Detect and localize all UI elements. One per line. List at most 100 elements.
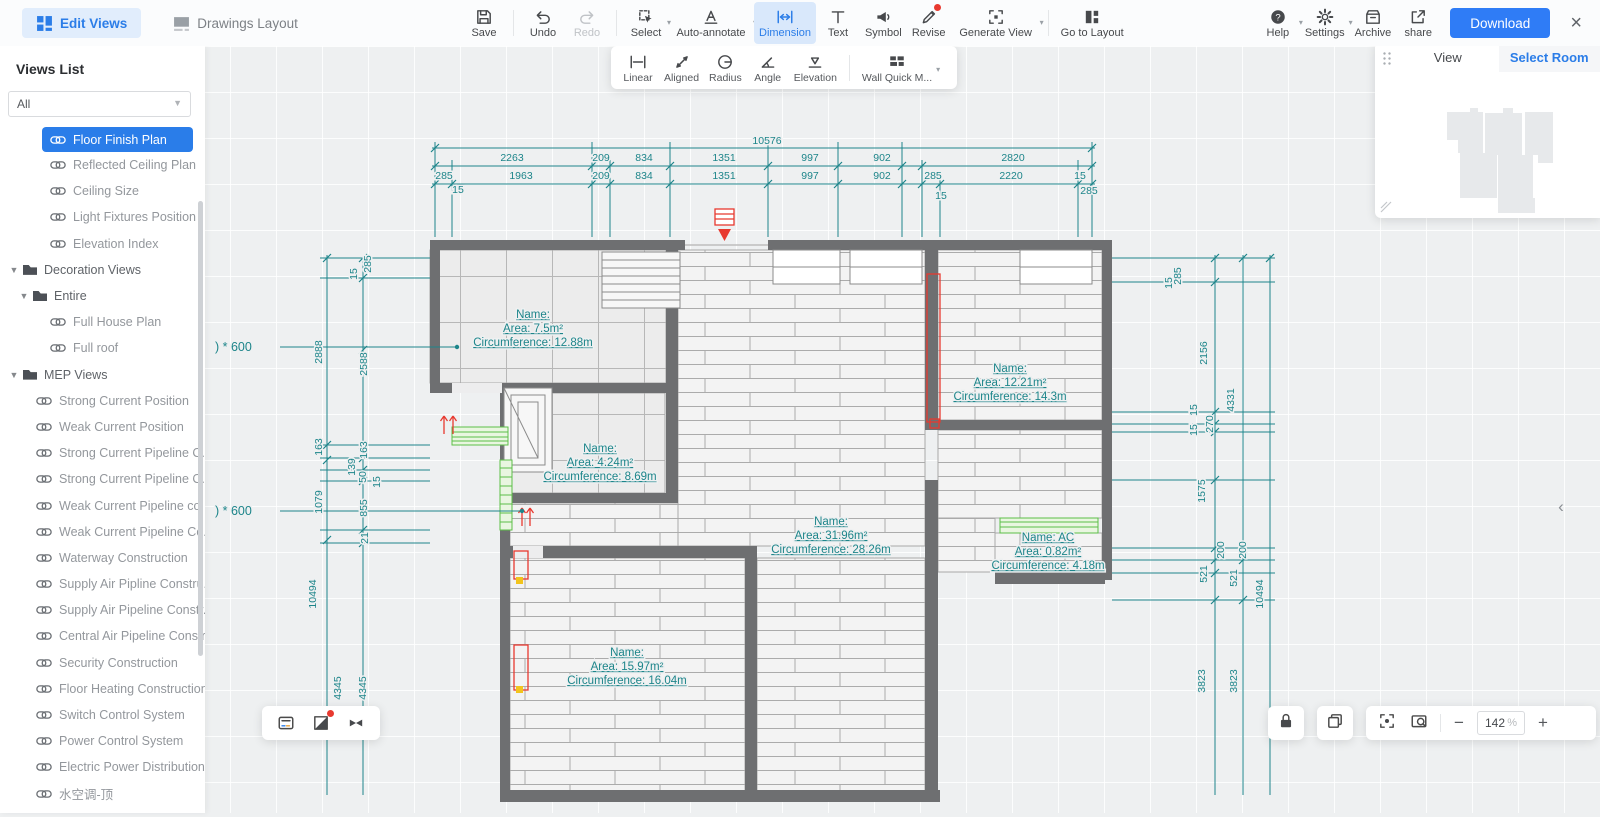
dimension-label: 163 bbox=[313, 438, 325, 456]
sidebar-folder[interactable]: ▼MEP Views bbox=[0, 362, 205, 388]
sidebar-view-item[interactable]: Weak Current Pipeline Co... bbox=[0, 519, 205, 545]
sidebar-title: Views List bbox=[0, 46, 205, 77]
download-button[interactable]: Download bbox=[1450, 8, 1550, 38]
collapse-panel-chevron[interactable]: ‹ bbox=[1553, 492, 1569, 522]
linear-icon bbox=[629, 53, 647, 71]
redo-button[interactable]: Redo bbox=[565, 2, 609, 44]
view-link-icon bbox=[36, 552, 52, 564]
resize-handle[interactable] bbox=[1380, 201, 1392, 213]
edit-views-button[interactable]: Edit Views bbox=[22, 8, 141, 38]
view-label: Entire bbox=[54, 289, 87, 303]
tab-select-room[interactable]: Select Room bbox=[1499, 42, 1600, 72]
sidebar-view-item[interactable]: Strong Current Pipeline C... bbox=[0, 440, 205, 466]
elevation-button[interactable]: Elevation bbox=[789, 49, 842, 87]
go-to-layout-button[interactable]: Go to Layout bbox=[1056, 2, 1129, 44]
sidebar-view-item[interactable]: Floor Heating Construction bbox=[0, 676, 205, 702]
radius-button[interactable]: Radius bbox=[704, 49, 747, 87]
drag-handle-icon[interactable] bbox=[1382, 51, 1392, 65]
view-label: Electric Power Distribution bbox=[59, 760, 205, 774]
dimension-label: 4345 bbox=[332, 676, 344, 700]
sidebar-view-item[interactable]: Switch Control System bbox=[0, 702, 205, 728]
sidebar-view-item[interactable]: Reflected Ceiling Plan bbox=[0, 152, 205, 178]
annotation-display-icon[interactable] bbox=[275, 712, 297, 734]
sidebar-view-item[interactable]: Waterway Construction bbox=[0, 545, 205, 571]
top-toolbar: Edit Views Drawings Layout Save Undo Red… bbox=[0, 0, 1600, 46]
sidebar-folder[interactable]: ▼ Entire bbox=[0, 283, 205, 309]
chevron-down-icon[interactable]: ▾ bbox=[1040, 18, 1044, 27]
sidebar-view-item[interactable]: Central Air Pipeline Constr... bbox=[0, 623, 205, 649]
sidebar-view-item[interactable]: Full roof bbox=[0, 335, 205, 361]
sidebar-view-item[interactable]: Supply Air Pipeline Constr... bbox=[0, 597, 205, 623]
mask-display-icon[interactable] bbox=[310, 712, 332, 734]
dimension-label: 2588 bbox=[358, 352, 370, 376]
auto-annotate-button[interactable]: Auto-annotate ▾ bbox=[668, 2, 754, 44]
sidebar-view-item[interactable]: Weak Current Pipeline co... bbox=[0, 492, 205, 518]
dimension-label: 1079 bbox=[313, 490, 325, 514]
room-label: Area: 12.21m² bbox=[974, 377, 1047, 389]
aligned-button[interactable]: Aligned bbox=[659, 49, 704, 87]
settings-button[interactable]: Settings ▾ bbox=[1300, 2, 1350, 44]
views-filter-select[interactable]: All ▼ bbox=[8, 91, 191, 117]
notification-dot bbox=[934, 4, 941, 11]
help-button[interactable]: ? Help ▾ bbox=[1256, 2, 1300, 44]
expand-arrow-icon[interactable]: ▼ bbox=[18, 291, 30, 301]
sidebar-view-item[interactable]: Strong Current Pipeline C... bbox=[0, 466, 205, 492]
dimension-label: 285 bbox=[435, 170, 453, 182]
dimension-sub-toolbar: Linear Aligned Radius Angle Elevation Wa… bbox=[611, 46, 957, 89]
zoom-in-button[interactable]: + bbox=[1535, 715, 1551, 731]
share-button[interactable]: share bbox=[1396, 2, 1440, 44]
close-icon[interactable]: × bbox=[1562, 13, 1590, 33]
sidebar-view-item[interactable]: Full House Plan bbox=[0, 309, 205, 335]
view-link-icon bbox=[50, 342, 66, 354]
folder-icon bbox=[23, 370, 37, 380]
revise-button[interactable]: Revise bbox=[907, 2, 951, 44]
view-link-icon bbox=[36, 657, 52, 669]
wall-quick-mark-button[interactable]: Wall Quick M... ▾ bbox=[857, 49, 937, 87]
angle-button[interactable]: Angle bbox=[747, 49, 789, 87]
archive-button[interactable]: Archive bbox=[1350, 2, 1397, 44]
dimension-label: 200 bbox=[1237, 541, 1249, 559]
lock-button[interactable] bbox=[1268, 706, 1304, 740]
linear-button[interactable]: Linear bbox=[617, 49, 659, 87]
zoom-level-input[interactable]: 142 % bbox=[1477, 711, 1525, 735]
view-label: Supply Air Pipline Constru... bbox=[59, 577, 205, 591]
sidebar-view-item[interactable]: Weak Current Position bbox=[0, 414, 205, 440]
sidebar-view-item[interactable]: Security Construction bbox=[0, 650, 205, 676]
tab-view[interactable]: View bbox=[1397, 42, 1499, 72]
chevron-down-icon[interactable]: ▾ bbox=[936, 65, 940, 74]
drawings-layout-button[interactable]: Drawings Layout bbox=[167, 14, 304, 33]
drawings-layout-icon bbox=[173, 15, 190, 32]
symbol-button[interactable]: Symbol bbox=[860, 2, 907, 44]
minimap[interactable] bbox=[1375, 72, 1600, 218]
match-line-icon[interactable] bbox=[345, 712, 367, 734]
sidebar-view-item[interactable]: Supply Air Pipline Constru... bbox=[0, 571, 205, 597]
sidebar-folder[interactable]: ▼Decoration Views bbox=[0, 257, 205, 283]
dimension-label: 15 bbox=[348, 268, 360, 280]
window-overlap-button[interactable] bbox=[1317, 706, 1353, 740]
select-button[interactable]: Select ▾ bbox=[624, 2, 668, 44]
divider bbox=[849, 55, 850, 81]
dimension-button[interactable]: Dimension bbox=[754, 2, 816, 44]
sidebar-view-item[interactable]: Ceiling Size bbox=[0, 178, 205, 204]
sidebar-view-item[interactable]: Strong Current Position bbox=[0, 388, 205, 414]
sidebar-view-item[interactable]: Floor Finish Plan bbox=[42, 127, 193, 152]
zoom-out-button[interactable]: − bbox=[1451, 715, 1467, 731]
save-button[interactable]: Save bbox=[462, 2, 506, 44]
sidebar-view-item[interactable]: Electric Power Distribution bbox=[0, 754, 205, 780]
expand-arrow-icon[interactable]: ▼ bbox=[8, 265, 20, 275]
text-button[interactable]: Text bbox=[816, 2, 860, 44]
sidebar-view-item[interactable]: Light Fixtures Position bbox=[0, 204, 205, 230]
drawing-canvas[interactable]: 1057622632098341351997902282028519632098… bbox=[0, 46, 1600, 813]
zoom-area-icon[interactable] bbox=[1408, 710, 1430, 737]
sidebar-scrollbar[interactable] bbox=[198, 201, 203, 656]
view-label: Weak Current Pipeline Co... bbox=[59, 525, 205, 539]
sidebar-view-item[interactable]: 水空调-顶 bbox=[0, 781, 205, 807]
sidebar-view-item[interactable]: Power Control System bbox=[0, 728, 205, 754]
expand-arrow-icon[interactable]: ▼ bbox=[8, 370, 20, 380]
view-link-icon bbox=[36, 630, 52, 642]
generate-view-button[interactable]: Generate View ▾ bbox=[951, 2, 1041, 44]
sidebar-view-item[interactable]: Elevation Index bbox=[0, 231, 205, 257]
undo-button[interactable]: Undo bbox=[521, 2, 565, 44]
fit-view-icon[interactable] bbox=[1376, 710, 1398, 737]
view-label: Full roof bbox=[73, 341, 118, 355]
